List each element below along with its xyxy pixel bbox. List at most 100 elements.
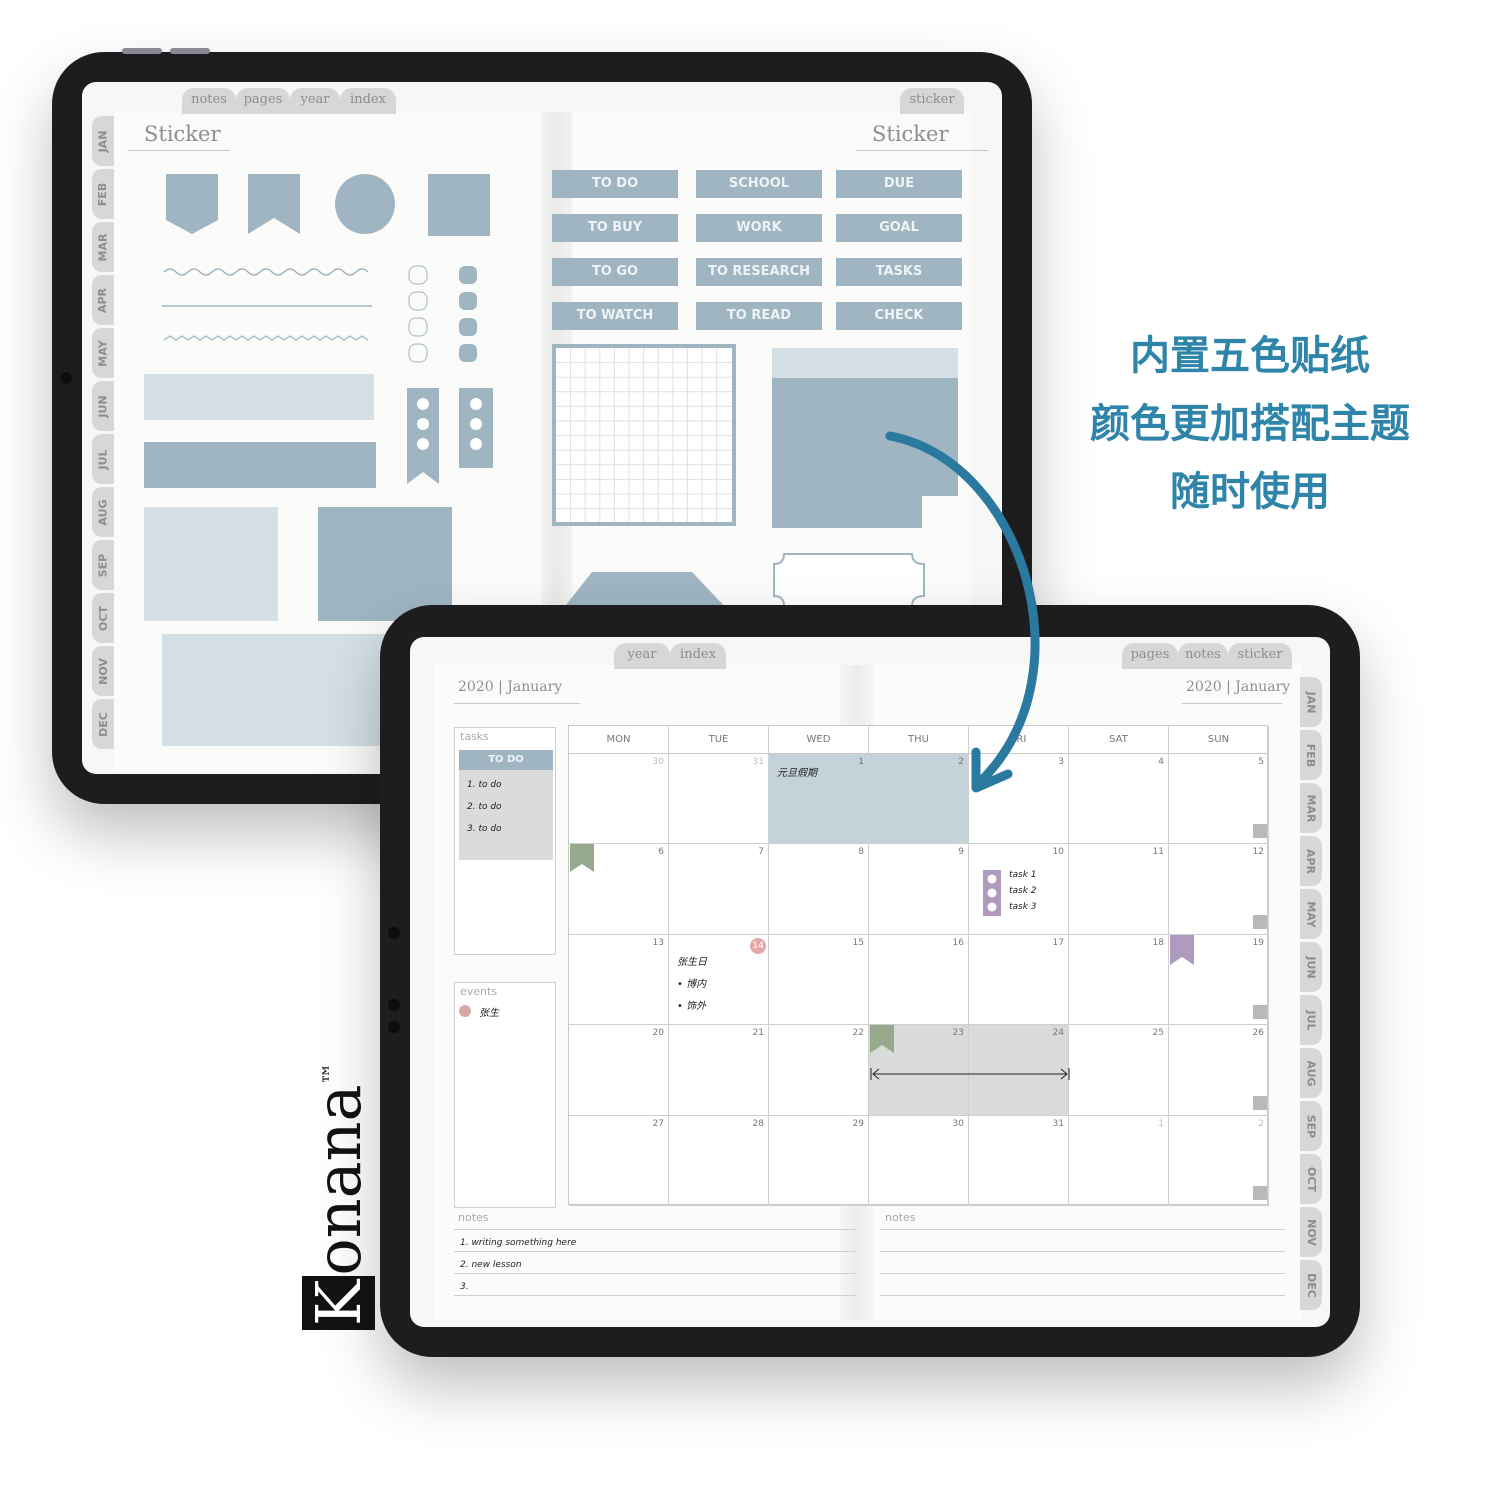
month-tab-oct[interactable]: OCT (1300, 1154, 1322, 1204)
trademark-mark: ™ (319, 1062, 345, 1085)
task-item: 1. to do (467, 780, 502, 790)
month-tab-nov[interactable]: NOV (1300, 1207, 1322, 1257)
calendar-day[interactable]: 7 (669, 844, 769, 935)
week-tab[interactable] (1253, 824, 1267, 839)
washi-tape-light (144, 374, 374, 420)
tab-sticker[interactable]: sticker (900, 88, 964, 114)
calendar-day[interactable]: 31 (969, 1115, 1069, 1206)
month-tab-apr[interactable]: APR (1300, 836, 1322, 886)
notes-label-right: notes (885, 1211, 916, 1224)
calendar-day[interactable]: 30 (869, 1115, 969, 1206)
month-tab-sep[interactable]: SEP (1300, 1101, 1322, 1151)
calendar-day[interactable]: 17 (969, 934, 1069, 1026)
month-tab-aug[interactable]: AUG (1300, 1048, 1322, 1098)
calendar-day[interactable]: 8 (769, 844, 869, 935)
calendar-day[interactable]: 18 (1069, 934, 1169, 1026)
tab-notes[interactable]: notes (182, 88, 236, 114)
month-tab-dec[interactable]: DEC (92, 699, 114, 749)
calendar-day[interactable]: 29 (769, 1115, 869, 1206)
task-note: task 2 (1009, 886, 1037, 897)
label-sticker[interactable]: TO DO (552, 170, 678, 198)
note-item[interactable]: 1. writing something here (460, 1238, 576, 1248)
month-tab-nov[interactable]: NOV (92, 646, 114, 696)
calendar-day[interactable]: 20 (569, 1025, 669, 1116)
notes-line (880, 1229, 1285, 1230)
label-sticker[interactable]: SCHOOL (696, 170, 822, 198)
month-tab-feb[interactable]: FEB (1300, 730, 1322, 780)
day-number: 11 (1152, 847, 1164, 858)
tab-year[interactable]: year (614, 643, 670, 669)
day-number: 31 (1052, 1118, 1064, 1129)
label-sticker[interactable]: TO READ (696, 302, 822, 330)
divider (454, 703, 580, 704)
month-tab-label: SEP (1304, 1114, 1318, 1138)
month-tab-jan[interactable]: JAN (92, 116, 114, 166)
calendar-day[interactable]: 13 (569, 934, 669, 1026)
label-sticker[interactable]: CHECK (836, 302, 962, 330)
task-note: task 1 (1009, 870, 1037, 881)
month-tab-oct[interactable]: OCT (92, 593, 114, 643)
label-sticker[interactable]: DUE (836, 170, 962, 198)
month-tab-mar[interactable]: MAR (1300, 783, 1322, 833)
month-tab-jun[interactable]: JUN (92, 381, 114, 431)
week-tab[interactable] (1253, 1186, 1267, 1200)
day-number: 23 (952, 1028, 964, 1039)
label-sticker[interactable]: TO RESEARCH (696, 258, 822, 286)
month-tab-jan[interactable]: JAN (1300, 677, 1322, 727)
week-tab[interactable] (1253, 1095, 1267, 1110)
month-tab-aug[interactable]: AUG (92, 487, 114, 537)
month-tab-label: NOV (96, 657, 110, 685)
calendar-day[interactable]: 28 (669, 1115, 769, 1206)
calendar-day[interactable]: 27 (569, 1115, 669, 1206)
calendar-day[interactable]: 25 (1069, 1025, 1169, 1116)
calendar-day[interactable]: 16 (869, 934, 969, 1026)
label-sticker[interactable]: TO GO (552, 258, 678, 286)
label-sticker[interactable]: GOAL (836, 214, 962, 242)
week-tab[interactable] (1253, 1005, 1267, 1020)
month-tab-label: JAN (96, 130, 110, 152)
calendar-day[interactable]: 9 (869, 844, 969, 935)
month-tab-may[interactable]: MAY (1300, 889, 1322, 939)
month-tab-jun[interactable]: JUN (1300, 942, 1322, 992)
calendar-day[interactable]: 11 (1069, 844, 1169, 935)
month-tab-apr[interactable]: APR (92, 275, 114, 325)
month-tab-feb[interactable]: FEB (92, 169, 114, 219)
day-number: 12 (1252, 847, 1264, 858)
calendar-day[interactable]: 21 (669, 1025, 769, 1116)
label-sticker[interactable]: TO WATCH (552, 302, 678, 330)
month-tab-jul[interactable]: JUL (92, 434, 114, 484)
tab-notes[interactable]: notes (1178, 643, 1228, 669)
tab-pages[interactable]: pages (1122, 643, 1178, 669)
label-sticker[interactable]: TO BUY (552, 214, 678, 242)
month-tab-jul[interactable]: JUL (1300, 995, 1322, 1045)
calendar-day[interactable]: 15 (769, 934, 869, 1026)
volume-button (170, 48, 210, 54)
label-sticker[interactable]: TASKS (836, 258, 962, 286)
calendar-day[interactable]: 30 (569, 754, 669, 845)
calendar-day[interactable]: 22 (769, 1025, 869, 1116)
tab-year[interactable]: year (290, 88, 340, 114)
brand-logo: Konana™ (302, 1063, 375, 1330)
calendar-day[interactable]: 1 (1069, 1115, 1169, 1206)
month-tab-mar[interactable]: MAR (92, 222, 114, 272)
checkbox-stickers (407, 265, 493, 484)
note-item[interactable]: 2. new lesson (460, 1260, 522, 1270)
week-tab[interactable] (1253, 914, 1267, 929)
event-item: 张生 (479, 1008, 499, 1019)
tab-pages[interactable]: pages (236, 88, 290, 114)
calendar-day[interactable]: 31 (669, 754, 769, 845)
month-tab-label: DEC (96, 711, 110, 737)
notes-line (454, 1295, 856, 1296)
checkbox-outline (408, 291, 428, 311)
day-number: 5 (1258, 757, 1264, 767)
tab-index[interactable]: index (340, 88, 396, 114)
calendar-day[interactable]: 4 (1069, 754, 1169, 845)
month-tab-dec[interactable]: DEC (1300, 1260, 1322, 1310)
label-sticker[interactable]: WORK (696, 214, 822, 242)
month-tab-sep[interactable]: SEP (92, 540, 114, 590)
tab-sticker[interactable]: sticker (1228, 643, 1292, 669)
note-item[interactable]: 3. (460, 1282, 469, 1292)
tab-index[interactable]: index (670, 643, 726, 669)
bookmark-sticker-green (570, 844, 594, 873)
month-tab-may[interactable]: MAY (92, 328, 114, 378)
